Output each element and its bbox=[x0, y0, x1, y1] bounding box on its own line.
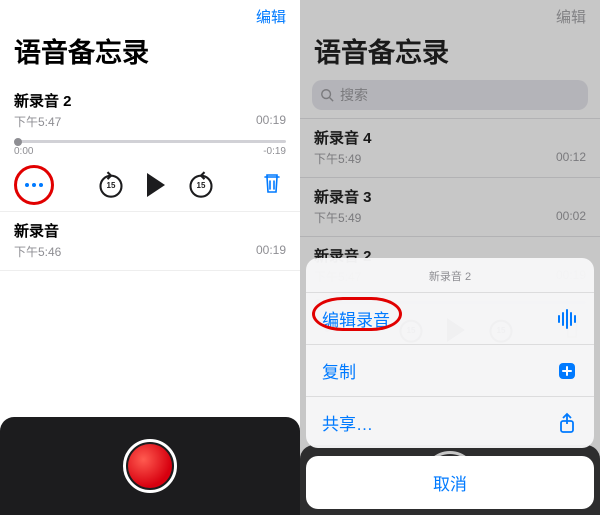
more-button[interactable] bbox=[18, 169, 50, 201]
progress-knob[interactable] bbox=[14, 138, 22, 146]
recording-duration: 00:19 bbox=[256, 243, 286, 260]
recording-item[interactable]: 新录音 下午5:46 00:19 bbox=[0, 212, 300, 271]
play-button[interactable] bbox=[147, 173, 165, 197]
action-sheet: 新录音 2 编辑录音 复制 共享… 取消 bbox=[306, 258, 594, 509]
skip-back-button[interactable]: 15 bbox=[97, 171, 125, 199]
copy-icon bbox=[556, 360, 578, 382]
recording-time: 下午5:47 bbox=[14, 113, 61, 130]
sheet-share[interactable]: 共享… bbox=[306, 396, 594, 448]
record-bar bbox=[0, 417, 300, 515]
share-icon bbox=[556, 412, 578, 434]
sheet-header: 新录音 2 bbox=[306, 258, 594, 292]
sheet-cancel-button[interactable]: 取消 bbox=[306, 456, 594, 509]
sheet-share-label: 共享… bbox=[322, 410, 373, 435]
recording-name: 新录音 2 bbox=[14, 90, 72, 111]
record-button[interactable] bbox=[123, 439, 177, 493]
progress-current: 0:00 bbox=[14, 146, 33, 157]
nav-bar: 编辑 bbox=[0, 0, 300, 29]
progress-bar[interactable]: 0:00 -0:19 bbox=[0, 140, 300, 157]
skip-forward-button[interactable]: 15 bbox=[187, 171, 215, 199]
page-title: 语音备忘录 bbox=[0, 29, 300, 82]
sheet-edit-label: 编辑录音 bbox=[322, 306, 390, 331]
recording-expanded[interactable]: 新录音 2 下午5:47 00:19 bbox=[0, 82, 300, 134]
sheet-copy-label: 复制 bbox=[322, 358, 356, 383]
left-screen: 编辑 语音备忘录 新录音 2 下午5:47 00:19 0:00 -0:19 1… bbox=[0, 0, 300, 515]
skip-back-label: 15 bbox=[107, 181, 116, 190]
sheet-edit-recording[interactable]: 编辑录音 bbox=[306, 292, 594, 344]
progress-remaining: -0:19 bbox=[263, 146, 286, 157]
recording-name: 新录音 bbox=[14, 220, 59, 241]
playback-controls: 15 15 bbox=[0, 157, 300, 212]
recording-time: 下午5:46 bbox=[14, 243, 61, 260]
skip-fwd-label: 15 bbox=[197, 181, 206, 190]
right-screen: 编辑 语音备忘录 搜索 新录音 4 下午5:4900:12 新录音 3 下午5:… bbox=[300, 0, 600, 515]
recording-duration: 00:19 bbox=[256, 113, 286, 130]
edit-button[interactable]: 编辑 bbox=[256, 6, 286, 27]
waveform-icon bbox=[556, 308, 578, 330]
delete-button[interactable] bbox=[262, 171, 282, 200]
sheet-copy[interactable]: 复制 bbox=[306, 344, 594, 396]
